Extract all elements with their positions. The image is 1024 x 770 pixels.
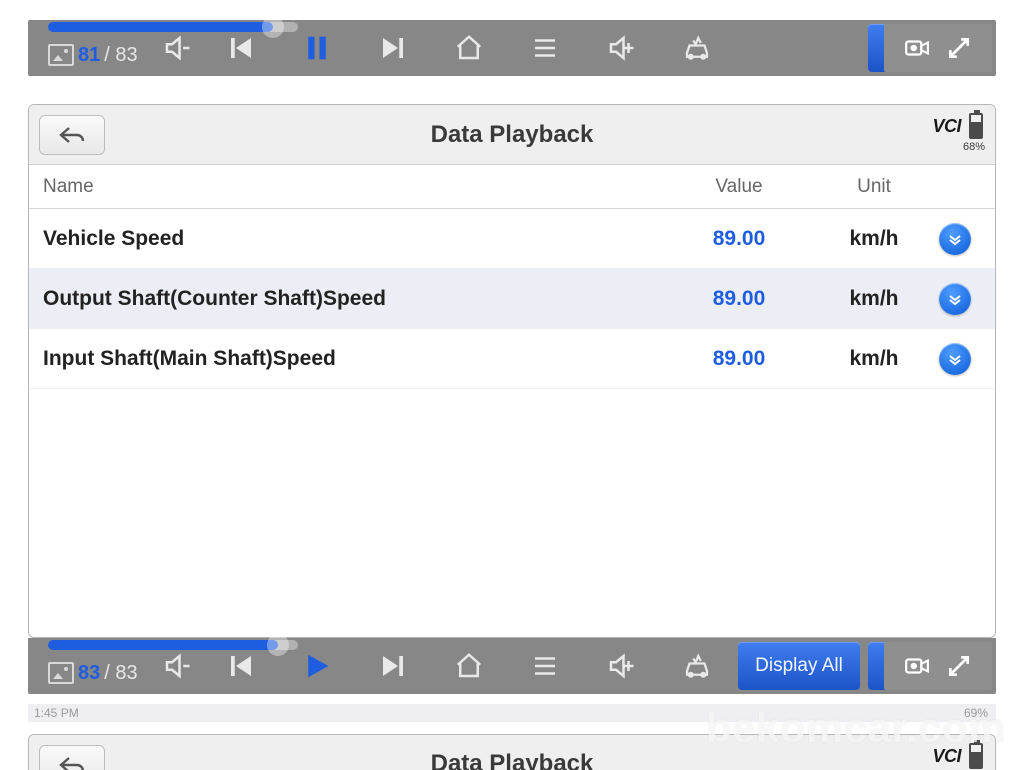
vci-status: VCI (932, 743, 983, 769)
table-header: Name Value Unit (29, 165, 995, 209)
frame-counter: 81 / 83 (48, 44, 138, 67)
volume-down-icon[interactable] (162, 33, 192, 63)
record-icon[interactable] (904, 35, 930, 61)
frame-total: / 83 (104, 662, 137, 685)
car-diag-icon[interactable] (682, 33, 712, 63)
row-name: Output Shaft(Counter Shaft)Speed (29, 287, 669, 311)
battery-icon (969, 743, 983, 769)
back-button[interactable] (39, 745, 105, 770)
playback-controls (226, 33, 712, 63)
gallery-icon (48, 662, 74, 684)
car-diag-icon[interactable] (682, 651, 712, 681)
panel-title: Data Playback (431, 750, 594, 770)
panel-header: Data Playback VCI 68% (29, 105, 995, 165)
row-value: 89.00 (669, 227, 809, 251)
display-all-label: Display All (755, 655, 843, 677)
playback-toolbar-top: 81 / 83 Exit (28, 20, 996, 76)
frame-current: 83 (78, 662, 100, 685)
table-row: Vehicle Speed 89.00 km/h (29, 209, 995, 269)
menu-icon[interactable] (530, 33, 560, 63)
home-icon[interactable] (454, 651, 484, 681)
panel-header: Data Playback VCI 69% (29, 735, 995, 770)
corner-overlay-bottom (884, 642, 992, 690)
panel-title: Data Playback (431, 121, 594, 149)
table-row: Output Shaft(Counter Shaft)Speed 89.00 k… (29, 269, 995, 329)
skip-start-icon[interactable] (226, 651, 256, 681)
volume-down-icon[interactable] (162, 651, 192, 681)
volume-up-icon[interactable] (606, 651, 636, 681)
expand-row-button[interactable] (939, 223, 971, 255)
table-empty-area (29, 389, 995, 637)
data-playback-panel: Data Playback VCI 68% Name Value Unit Ve… (28, 104, 996, 638)
frame-total-num: 83 (115, 44, 137, 66)
back-button[interactable] (39, 115, 105, 155)
vci-status: VCI (932, 113, 983, 139)
pause-icon[interactable] (302, 33, 332, 63)
corner-overlay-top (884, 24, 992, 72)
menu-icon[interactable] (530, 651, 560, 681)
expand-row-button[interactable] (939, 343, 971, 375)
col-unit: Unit (809, 176, 939, 198)
gallery-icon (48, 44, 74, 66)
skip-end-icon[interactable] (378, 33, 408, 63)
device-status-bar: 1:45 PM 69% (28, 704, 996, 722)
volume-up-icon[interactable] (606, 33, 636, 63)
row-unit: km/h (809, 227, 939, 251)
progress-knob[interactable] (267, 634, 289, 656)
col-name: Name (29, 176, 669, 198)
frame-total-num: 83 (115, 662, 137, 684)
table-row: Input Shaft(Main Shaft)Speed 89.00 km/h (29, 329, 995, 389)
playback-controls (226, 651, 712, 681)
skip-start-icon[interactable] (226, 33, 256, 63)
row-name: Input Shaft(Main Shaft)Speed (29, 347, 669, 371)
battery-percent: 68% (963, 141, 985, 153)
status-right: 69% (964, 706, 988, 720)
expand-icon[interactable] (946, 35, 972, 61)
row-value: 89.00 (669, 287, 809, 311)
status-battery-pct: 69% (964, 706, 988, 720)
frame-counter: 83 / 83 (48, 662, 138, 685)
progress-track[interactable] (48, 22, 298, 32)
progress-knob[interactable] (262, 16, 284, 38)
playback-toolbar-bottom: 83 / 83 Display All Combine (28, 638, 996, 694)
row-value: 89.00 (669, 347, 809, 371)
display-all-button[interactable]: Display All (738, 642, 860, 690)
expand-row-button[interactable] (939, 283, 971, 315)
record-icon[interactable] (904, 653, 930, 679)
vci-label: VCI (932, 746, 961, 767)
progress-track[interactable] (48, 640, 298, 650)
expand-icon[interactable] (946, 653, 972, 679)
home-icon[interactable] (454, 33, 484, 63)
row-unit: km/h (809, 287, 939, 311)
skip-end-icon[interactable] (378, 651, 408, 681)
frame-total: / 83 (104, 44, 137, 67)
row-name: Vehicle Speed (29, 227, 669, 251)
status-time: 1:45 PM (34, 706, 79, 720)
col-value: Value (669, 176, 809, 198)
play-icon[interactable] (302, 651, 332, 681)
row-unit: km/h (809, 347, 939, 371)
progress-fill (48, 640, 278, 650)
frame-current: 81 (78, 44, 100, 67)
battery-icon (969, 113, 983, 139)
data-playback-panel-2: Data Playback VCI 69% Name Value Unit (28, 734, 996, 770)
vci-label: VCI (932, 116, 961, 137)
progress-fill (48, 22, 273, 32)
